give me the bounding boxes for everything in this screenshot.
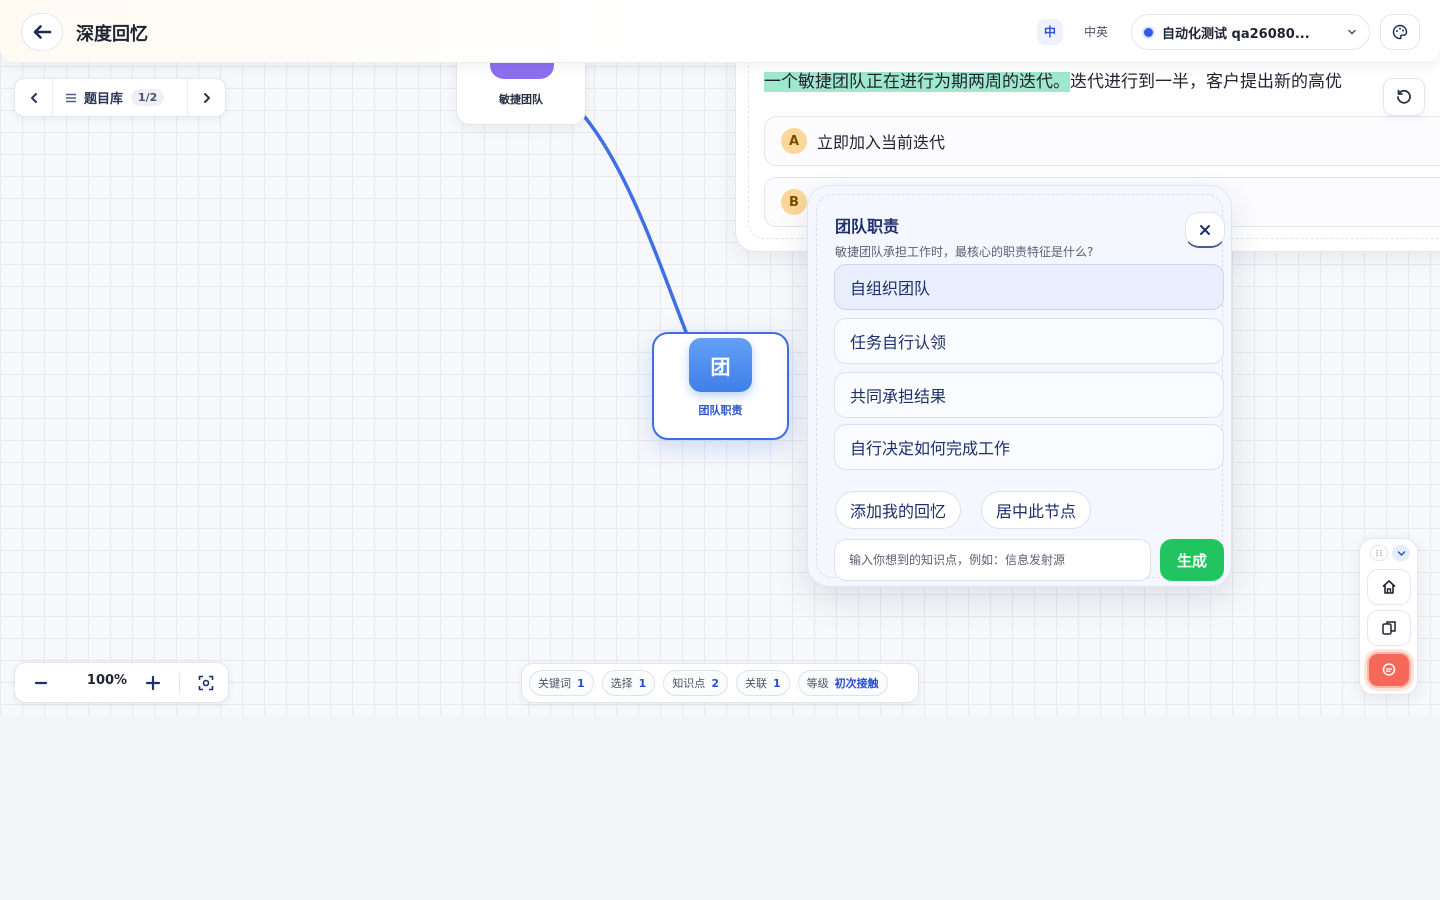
answer-choice[interactable]: 自行决定如何完成工作: [834, 424, 1224, 470]
grip-icon: [1376, 549, 1382, 557]
option-key-badge: B: [781, 189, 807, 215]
stat-label: 知识点: [672, 677, 706, 690]
generate-button[interactable]: 生成: [1160, 539, 1224, 581]
stat-choices: 选择 1: [601, 670, 656, 696]
option-key-badge: A: [781, 128, 807, 154]
zoom-controls: 100%: [14, 662, 229, 703]
stat-value: 1: [577, 676, 585, 690]
fit-screen-button[interactable]: [192, 671, 220, 695]
node-label: 敏捷团队: [499, 93, 543, 106]
answer-choice[interactable]: 共同承担结果: [834, 372, 1224, 418]
popup-border: 团队职责 敏捷团队承担工作时，最核心的职责特征是什么? 自组织团队 任务自行认领…: [816, 194, 1225, 581]
stat-keywords: 关键词 1: [529, 670, 594, 696]
popup-title: 团队职责: [835, 217, 900, 236]
answer-choice[interactable]: 自组织团队: [834, 264, 1224, 310]
stat-label: 关联: [744, 677, 767, 690]
copy-button[interactable]: [1367, 610, 1411, 646]
question-bank-button[interactable]: 题目库 1/2: [53, 88, 165, 107]
page-title: 深度回忆: [76, 24, 148, 45]
lang-zh-button[interactable]: 中: [1037, 19, 1064, 45]
theme-button[interactable]: [1380, 14, 1420, 50]
next-question-button[interactable]: [187, 79, 225, 116]
stat-value: 1: [772, 676, 781, 690]
stat-value: 1: [638, 676, 647, 690]
drag-handle-icon[interactable]: [1370, 545, 1388, 561]
chevron-down-icon: [1397, 550, 1405, 556]
question-highlight[interactable]: 一个敏捷团队正在进行为期两周的迭代。: [764, 72, 1070, 92]
home-button[interactable]: [1367, 569, 1411, 605]
stat-links: 关联 1: [735, 670, 790, 696]
close-popup-button[interactable]: [1185, 212, 1225, 248]
question-bank-label: 题目库: [84, 92, 124, 107]
stat-label: 选择: [610, 677, 633, 690]
floating-toolbar: [1359, 538, 1418, 695]
mindmap-node-active[interactable]: 团 团队职责: [652, 332, 789, 440]
add-memory-button[interactable]: 添加我的回忆: [835, 491, 962, 529]
chevron-right-icon: [203, 92, 210, 103]
copy-icon: [1382, 621, 1396, 635]
stat-value: 初次接触: [834, 677, 879, 690]
node-icon: 团: [689, 338, 752, 392]
app-header: 深度回忆 中 中英 自动化测试 qa26080...: [0, 0, 1440, 63]
close-icon: [1200, 224, 1210, 235]
back-button[interactable]: [21, 13, 63, 51]
status-dot: [1144, 27, 1153, 37]
knowledge-point-input[interactable]: [834, 539, 1151, 581]
question-rest: 迭代进行到一半，客户提出新的高优: [1070, 72, 1342, 92]
account-dropdown[interactable]: 自动化测试 qa26080...: [1131, 14, 1370, 50]
plus-icon: [145, 675, 161, 691]
list-icon: [66, 93, 76, 102]
stat-label: 关键词: [538, 677, 571, 690]
lang-zh-en-button[interactable]: 中英: [1077, 19, 1115, 45]
fit-screen-icon: [198, 675, 214, 691]
option-a[interactable]: A 立即加入当前迭代: [764, 116, 1440, 166]
chevron-left-icon: [30, 92, 37, 103]
home-icon: [1382, 580, 1396, 594]
minus-icon: [34, 681, 48, 685]
answer-choice[interactable]: 任务自行认领: [834, 318, 1224, 364]
stat-value: 2: [711, 676, 719, 690]
zoom-level: 100%: [86, 673, 128, 688]
center-node-button[interactable]: 居中此节点: [981, 491, 1092, 529]
collapse-toolbar-button[interactable]: [1392, 545, 1410, 561]
refresh-icon: [1397, 89, 1411, 104]
divider: [179, 673, 180, 694]
option-text: 立即加入当前迭代: [817, 133, 946, 152]
arrow-left-icon: [33, 25, 52, 39]
refresh-button[interactable]: [1383, 78, 1425, 116]
question-bank-nav: 题目库 1/2: [14, 78, 226, 117]
account-name: 自动化测试 qa26080...: [1162, 26, 1310, 42]
zoom-out-button[interactable]: [27, 671, 55, 695]
node-label: 团队职责: [698, 404, 743, 417]
mindmap-canvas[interactable]: 题目库 1/2 敏捷团队 团 团队职责 一个敏捷团队正在进行为期两周的迭代。迭代…: [0, 0, 1440, 716]
stat-knowledge-points: 知识点 2: [663, 670, 728, 696]
stat-label: 等级: [806, 677, 829, 690]
chat-icon: [1382, 663, 1396, 676]
chat-button[interactable]: [1367, 652, 1411, 688]
popup-subtitle: 敏捷团队承担工作时，最核心的职责特征是什么?: [835, 245, 1094, 259]
question-bank-count: 1/2: [131, 89, 165, 106]
stats-bar: 关键词 1 选择 1 知识点 2 关联 1 等级 初次接触: [521, 663, 919, 703]
stat-level: 等级 初次接触: [797, 670, 888, 696]
chevron-down-icon: [1348, 29, 1356, 35]
question-text: 一个敏捷团队正在进行为期两周的迭代。迭代进行到一半，客户提出新的高优: [764, 67, 1342, 92]
palette-icon: [1392, 24, 1408, 40]
zoom-in-button[interactable]: [139, 671, 167, 695]
node-detail-popup: 团队职责 敏捷团队承担工作时，最核心的职责特征是什么? 自组织团队 任务自行认领…: [807, 185, 1232, 587]
prev-question-button[interactable]: [15, 79, 53, 116]
